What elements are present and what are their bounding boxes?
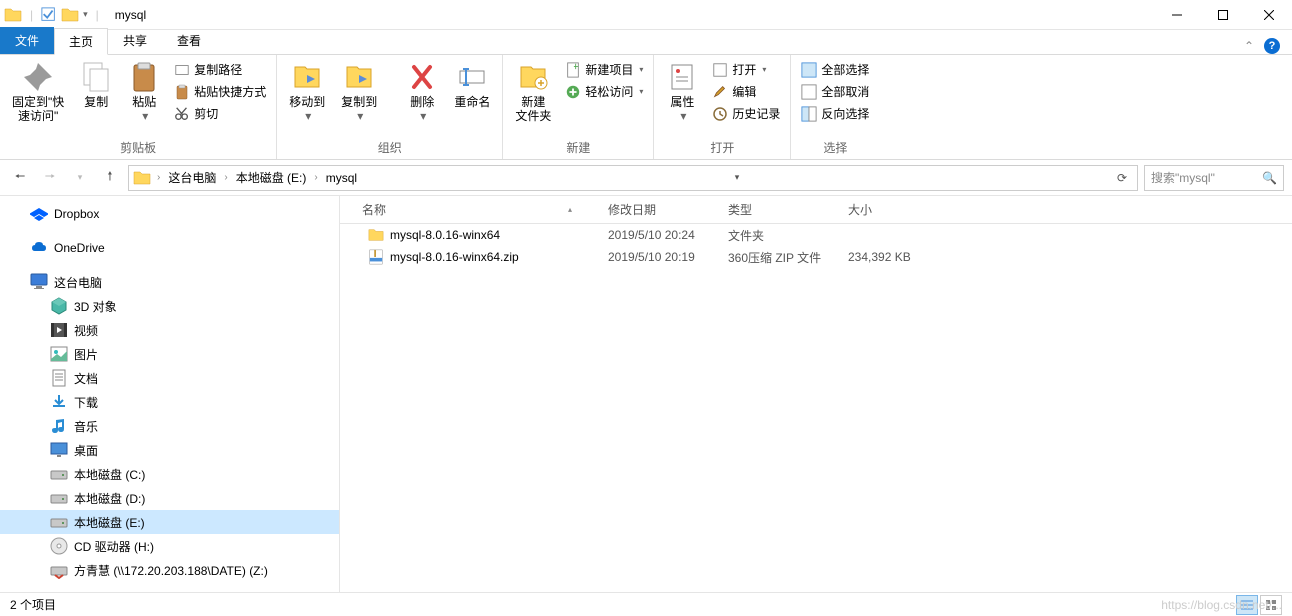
column-name[interactable]: 名称▴ [340,201,600,218]
breadcrumb-folder[interactable]: mysql [320,169,363,187]
tree-3d-objects[interactable]: 3D 对象 [0,294,339,318]
history-button[interactable]: 历史记录 [708,103,784,124]
invert-selection-button[interactable]: 反向选择 [797,103,873,124]
file-name: mysql-8.0.16-winx64.zip [390,250,519,264]
navigation-pane[interactable]: Dropbox OneDrive 这台电脑 3D 对象 视频 图片 文档 下载 … [0,196,340,610]
chevron-icon[interactable]: › [155,172,162,183]
ribbon-help: ⌃ ? [1244,38,1292,54]
checkbox-icon[interactable] [41,7,57,23]
tree-drive-d[interactable]: 本地磁盘 (D:) [0,486,339,510]
chevron-icon[interactable]: › [312,172,319,183]
file-date: 2019/5/10 20:19 [600,250,720,264]
column-headers: 名称▴ 修改日期 类型 大小 [340,196,1292,224]
refresh-icon[interactable]: ⟳ [1111,171,1133,185]
minimize-button[interactable] [1154,0,1200,30]
navigation-bar: 🠔 🠖 ▾ 🠕 › 这台电脑 › 本地磁盘 (E:) › mysql ▾ ⟳ 搜… [0,160,1292,196]
tab-file[interactable]: 文件 [0,27,54,54]
sort-up-icon: ▴ [568,205,572,214]
help-icon[interactable]: ? [1264,38,1280,54]
file-row[interactable]: mysql-8.0.16-winx64 2019/5/10 20:24文件夹 [340,224,1292,246]
back-button[interactable]: 🠔 [8,166,32,190]
item-count: 2 个项目 [10,596,56,613]
ribbon-tabs: 文件 主页 共享 查看 ⌃ ? [0,30,1292,54]
breadcrumb-thispc[interactable]: 这台电脑 [162,167,222,188]
column-date[interactable]: 修改日期 [600,201,720,218]
breadcrumb-drive[interactable]: 本地磁盘 (E:) [230,167,313,188]
rename-button[interactable]: 重命名 [448,57,496,113]
search-input[interactable]: 搜索"mysql" 🔍 [1144,165,1284,191]
content-area: Dropbox OneDrive 这台电脑 3D 对象 视频 图片 文档 下载 … [0,196,1292,610]
ribbon: 固定到"快 速访问" 复制 粘贴▾ 复制路径 粘贴快捷方式 剪切 剪贴板 移动到… [0,54,1292,160]
select-none-button[interactable]: 全部取消 [797,81,873,102]
paste-shortcut-button[interactable]: 粘贴快捷方式 [170,81,270,102]
tree-pictures[interactable]: 图片 [0,342,339,366]
file-list-area: 名称▴ 修改日期 类型 大小 mysql-8.0.16-winx64 2019/5… [340,196,1292,610]
search-icon[interactable]: 🔍 [1262,171,1277,185]
tree-documents[interactable]: 文档 [0,366,339,390]
group-label-clipboard: 剪贴板 [6,137,270,159]
properties-button[interactable]: 属性▾ [660,57,704,127]
tab-view[interactable]: 查看 [162,27,216,54]
file-type: 360压缩 ZIP 文件 [720,249,840,266]
file-type: 文件夹 [720,227,840,244]
address-dropdown-icon[interactable]: ▾ [729,172,746,183]
folder-icon [368,227,384,243]
recent-button[interactable]: ▾ [68,166,92,190]
column-type[interactable]: 类型 [720,201,840,218]
watermark: https://blog.csdn.net/... [1161,598,1282,612]
tree-music[interactable]: 音乐 [0,414,339,438]
close-button[interactable] [1246,0,1292,30]
new-item-button[interactable]: 新建项目▾ [561,59,647,80]
forward-button[interactable]: 🠖 [38,166,62,190]
move-to-button[interactable]: 移动到▾ [283,57,331,127]
tab-home[interactable]: 主页 [54,28,108,55]
chevron-icon[interactable]: › [222,172,229,183]
delete-button[interactable]: 删除▾ [400,57,444,127]
folder-icon [133,169,151,187]
tree-onedrive[interactable]: OneDrive [0,236,339,260]
easy-access-button[interactable]: 轻松访问▾ [561,81,647,102]
tab-share[interactable]: 共享 [108,27,162,54]
up-button[interactable]: 🠕 [98,166,122,190]
open-button[interactable]: 打开▾ [708,59,784,80]
paste-button[interactable]: 粘贴▾ [122,57,166,127]
tree-dropbox[interactable]: Dropbox [0,202,339,226]
tree-thispc[interactable]: 这台电脑 [0,270,339,294]
group-label-organize: 组织 [283,137,496,159]
address-bar[interactable]: › 这台电脑 › 本地磁盘 (E:) › mysql ▾ ⟳ [128,165,1138,191]
tree-drive-z[interactable]: 方青慧 (\\172.20.203.188\DATE) (Z:) [0,558,339,582]
edit-button[interactable]: 编辑 [708,81,784,102]
group-label-open: 打开 [660,137,784,159]
copy-to-button[interactable]: 复制到▾ [335,57,383,127]
title-bar: | ▾ | mysql [0,0,1292,30]
file-date: 2019/5/10 20:24 [600,228,720,242]
tree-downloads[interactable]: 下载 [0,390,339,414]
tree-drive-h[interactable]: CD 驱动器 (H:) [0,534,339,558]
zip-icon [368,249,384,265]
folder-icon[interactable] [61,6,79,24]
copy-button[interactable]: 复制 [74,57,118,113]
file-row[interactable]: mysql-8.0.16-winx64.zip 2019/5/10 20:1936… [340,246,1292,268]
tree-drive-e[interactable]: 本地磁盘 (E:) [0,510,339,534]
file-size: 234,392 KB [840,250,940,264]
tree-desktop[interactable]: 桌面 [0,438,339,462]
file-name: mysql-8.0.16-winx64 [390,228,500,242]
copy-path-button[interactable]: 复制路径 [170,59,270,80]
tree-drive-c[interactable]: 本地磁盘 (C:) [0,462,339,486]
maximize-button[interactable] [1200,0,1246,30]
group-label-select: 选择 [797,137,873,159]
group-label-new: 新建 [509,137,647,159]
new-folder-button[interactable]: 新建 文件夹 [509,57,557,127]
select-all-button[interactable]: 全部选择 [797,59,873,80]
cut-button[interactable]: 剪切 [170,103,270,124]
column-size[interactable]: 大小 [840,201,940,218]
quick-access-toolbar: | ▾ | [0,6,107,24]
tree-videos[interactable]: 视频 [0,318,339,342]
pin-to-quick-access-button[interactable]: 固定到"快 速访问" [6,57,70,127]
folder-icon [4,6,22,24]
status-bar: 2 个项目 [0,592,1292,616]
collapse-ribbon-icon[interactable]: ⌃ [1244,39,1254,53]
window-title: mysql [115,8,146,22]
